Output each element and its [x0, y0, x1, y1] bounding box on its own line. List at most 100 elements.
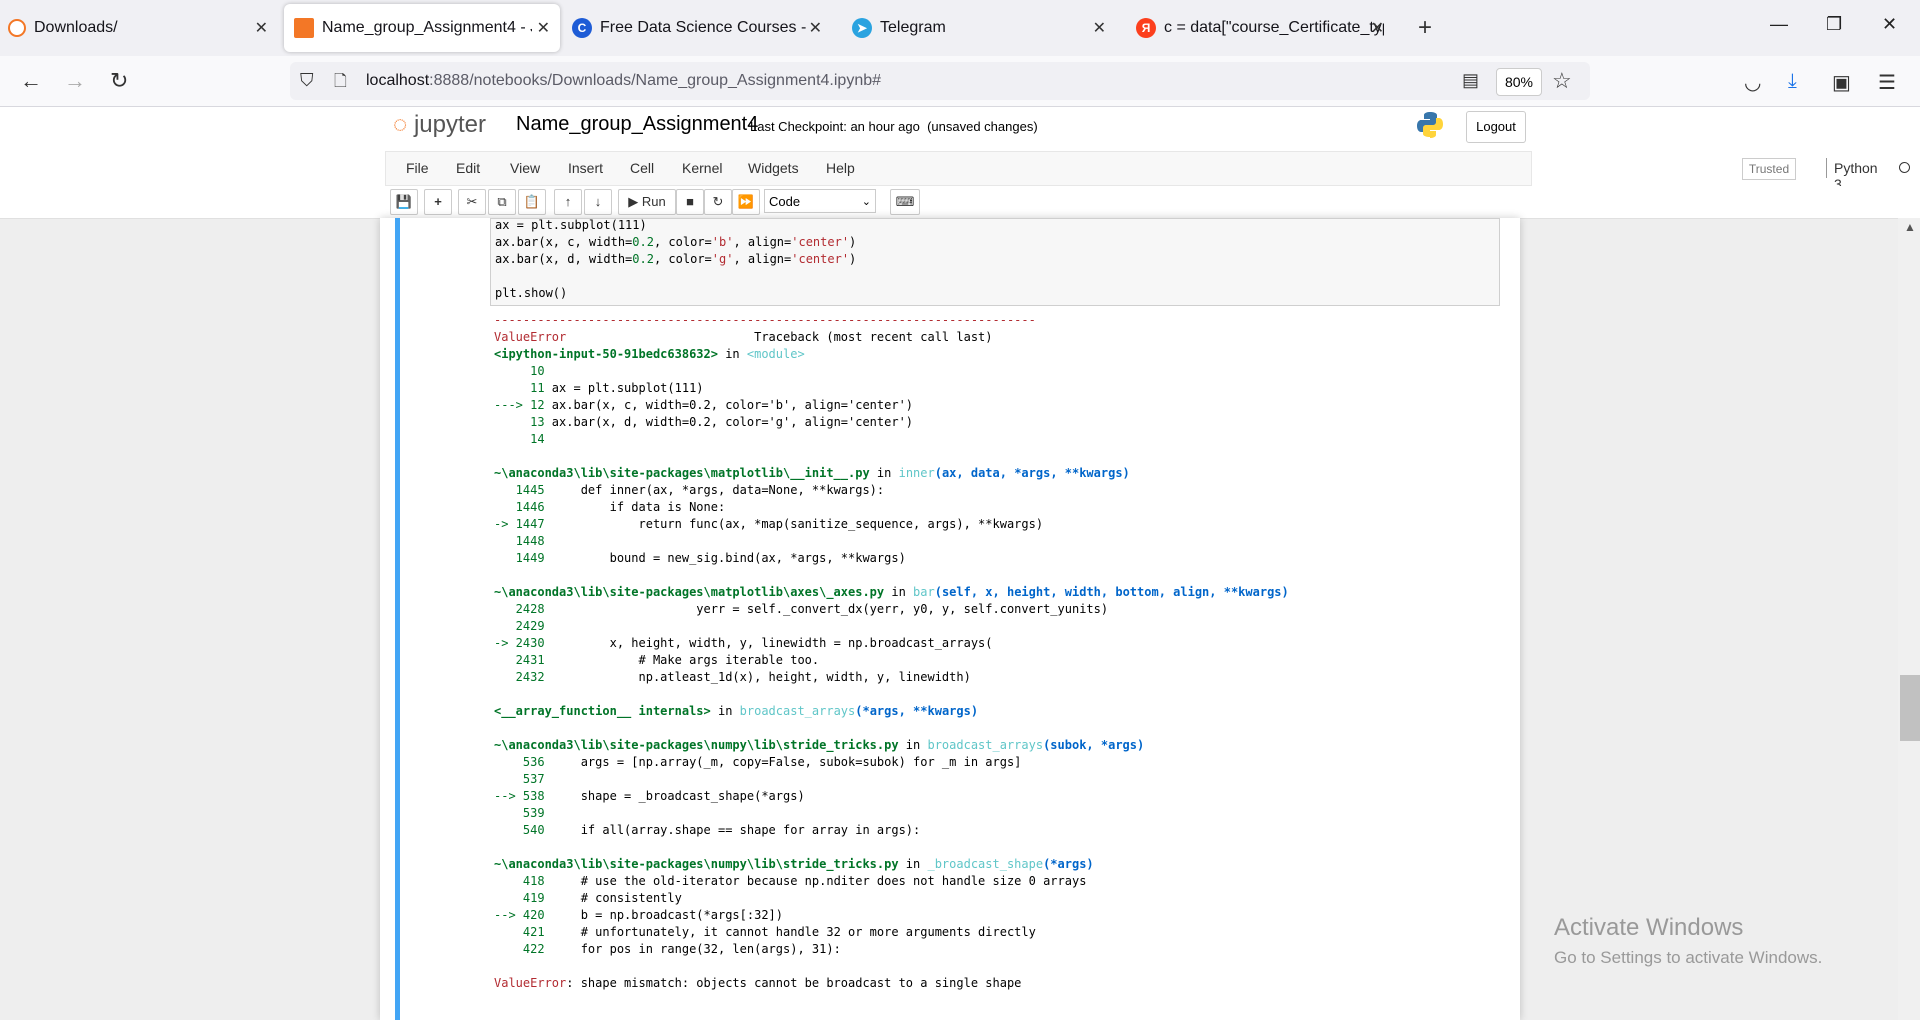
traceback-code-line: 10: [494, 364, 545, 378]
close-icon[interactable]: ✕: [255, 18, 268, 38]
menu-view[interactable]: View: [510, 160, 540, 176]
reader-view-icon[interactable]: ▤: [1462, 70, 1479, 91]
save-button[interactable]: 💾: [390, 189, 418, 215]
move-up-button[interactable]: ↑: [554, 189, 582, 215]
traceback-separator: ----------------------------------------…: [494, 313, 1036, 327]
restart-run-all-button[interactable]: ⏩: [732, 189, 760, 215]
traceback-code-line: 419 # consistently: [494, 891, 682, 905]
traceback-code-line: 14: [494, 432, 545, 446]
menu-widgets[interactable]: Widgets: [748, 160, 799, 176]
zoom-level[interactable]: 80%: [1496, 68, 1542, 96]
back-arrow-icon[interactable]: ←: [20, 68, 42, 94]
menu-cell[interactable]: Cell: [630, 160, 654, 176]
tab-label: Free Data Science Courses - Bui: [600, 19, 810, 36]
tab-notebook[interactable]: Name_group_Assignment4 - Jup ✕: [284, 4, 560, 52]
traceback-code-line: 13 ax.bar(x, d, width=0.2, color='g', al…: [494, 415, 914, 429]
url-text[interactable]: localhost:8888/notebooks/Downloads/Name_…: [366, 72, 881, 90]
bookmark-star-icon[interactable]: ☆: [1552, 68, 1572, 94]
run-label: Run: [641, 194, 666, 209]
cell-type-select[interactable]: Code ⌄: [764, 189, 876, 213]
scrollbar-thumb[interactable]: [1900, 675, 1920, 741]
notebook-name[interactable]: Name_group_Assignment4: [516, 113, 758, 136]
scroll-up-icon[interactable]: ▲: [1904, 220, 1916, 234]
tab-yandex[interactable]: Я c = data["course_Certificate_typ ✕: [1136, 4, 1394, 52]
tab-label: Name_group_Assignment4 - Jup: [322, 19, 532, 36]
trusted-badge[interactable]: Trusted: [1742, 158, 1796, 180]
tab-courses[interactable]: C Free Data Science Courses - Bui ✕: [572, 4, 832, 52]
restart-button[interactable]: ↻: [704, 189, 732, 215]
traceback-code-line: 2432 np.atleast_1d(x), height, width, y,…: [494, 670, 971, 684]
jupyter-logo[interactable]: ◌ jupyter: [393, 111, 486, 139]
menu-help[interactable]: Help: [826, 160, 855, 176]
traceback-code-line: 422 for pos in range(32, len(args), 31):: [494, 942, 841, 956]
telegram-icon: ➤: [852, 18, 872, 38]
reload-icon[interactable]: ↻: [110, 68, 128, 94]
error-message: ValueError: shape mismatch: objects cann…: [494, 976, 1022, 990]
python-logo-icon: [1417, 112, 1443, 138]
tab-downloads[interactable]: Downloads/ ✕: [8, 4, 278, 52]
new-tab-plus-icon[interactable]: +: [1418, 14, 1432, 42]
windows-activation-watermark: Activate Windows Go to Settings to activ…: [1554, 914, 1822, 968]
copy-icon: ⧉: [497, 194, 507, 209]
traceback-code-line: 2428 yerr = self._convert_dx(yerr, y0, y…: [494, 602, 1109, 616]
traceback-code-line: 537: [494, 772, 545, 786]
forward-arrow-icon[interactable]: →: [64, 68, 86, 94]
traceback-frame-location: ~\anaconda3\lib\site-packages\numpy\lib\…: [494, 738, 1145, 752]
fast-forward-icon: ⏩: [737, 194, 755, 209]
traceback-code-line: 11 ax = plt.subplot(111): [494, 381, 704, 395]
scrollbar[interactable]: ▲: [1898, 218, 1920, 1020]
scissors-icon: ✂: [466, 194, 478, 209]
paste-icon: 📋: [523, 194, 541, 209]
cut-button[interactable]: ✂: [458, 189, 486, 215]
pocket-icon[interactable]: ◡: [1744, 70, 1761, 95]
shield-icon[interactable]: ⛉: [300, 70, 314, 91]
chevron-down-icon: ⌄: [861, 196, 871, 208]
move-down-button[interactable]: ↓: [584, 189, 612, 215]
code-line: ax = plt.subplot(111): [495, 218, 647, 232]
insert-cell-button[interactable]: +: [424, 189, 452, 215]
watermark-title: Activate Windows: [1554, 914, 1744, 941]
menu-bar: File Edit View Insert Cell Kernel Widget…: [0, 151, 1920, 192]
minimize-icon[interactable]: —: [1770, 14, 1788, 35]
address-bar[interactable]: ⛉ 🗋 localhost:8888/notebooks/Downloads/N…: [290, 62, 1590, 100]
url-path: :8888/notebooks/Downloads/Name_group_Ass…: [429, 72, 882, 89]
code-cell-input[interactable]: ax = plt.subplot(111) ax.bar(x, c, width…: [490, 218, 1500, 306]
navigation-bar: ← → ↻ ⛉ 🗋 localhost:8888/notebooks/Downl…: [0, 56, 1920, 107]
code-line: plt.show(): [495, 286, 568, 300]
tab-label: c = data["course_Certificate_typ: [1164, 19, 1384, 36]
traceback-frame-location: <ipython-input-50-91bedc638632> in <modu…: [494, 347, 805, 361]
menu-insert[interactable]: Insert: [568, 160, 603, 176]
menu-file[interactable]: File: [406, 160, 429, 176]
menu-icon[interactable]: ☰: [1878, 70, 1896, 95]
interrupt-button[interactable]: ■: [676, 189, 704, 215]
logout-button[interactable]: Logout: [1466, 111, 1526, 143]
close-icon[interactable]: ✕: [1093, 18, 1106, 38]
tab-label: Downloads/: [34, 19, 118, 36]
close-icon[interactable]: ✕: [809, 18, 822, 38]
paste-button[interactable]: 📋: [518, 189, 546, 215]
copy-button[interactable]: ⧉: [488, 189, 516, 215]
screenshot-icon[interactable]: ▣: [1832, 70, 1851, 95]
menu-edit[interactable]: Edit: [456, 160, 480, 176]
traceback-code-line: 1446 if data is None:: [494, 500, 726, 514]
traceback-code-line: 1449 bound = new_sig.bind(ax, *args, **k…: [494, 551, 906, 565]
restore-icon[interactable]: ❐: [1826, 14, 1842, 35]
menu-kernel[interactable]: Kernel: [682, 160, 722, 176]
keyboard-icon: ⌨: [895, 194, 915, 209]
jupyter-logo-icon: ◌: [393, 111, 414, 138]
command-palette-button[interactable]: ⌨: [890, 189, 920, 215]
selected-cell-indicator: [395, 218, 400, 1020]
tab-telegram[interactable]: ➤ Telegram ✕: [852, 4, 1116, 52]
jupyter-favicon-icon: [8, 19, 26, 37]
traceback-output[interactable]: ----------------------------------------…: [494, 312, 1494, 1012]
courses-favicon-icon: C: [572, 18, 592, 38]
close-icon[interactable]: ✕: [1371, 18, 1384, 38]
window-close-icon[interactable]: ✕: [1882, 14, 1897, 35]
traceback-frame-location: <__array_function__ internals> in broadc…: [494, 704, 979, 718]
menu-bar-inner: File Edit View Insert Cell Kernel Widget…: [385, 151, 1910, 192]
download-icon[interactable]: ⤓: [1788, 70, 1797, 93]
plus-icon: +: [434, 194, 442, 209]
restart-icon: ↻: [712, 194, 724, 209]
close-icon[interactable]: ✕: [537, 18, 550, 38]
run-button[interactable]: ▶ Run: [618, 189, 676, 215]
